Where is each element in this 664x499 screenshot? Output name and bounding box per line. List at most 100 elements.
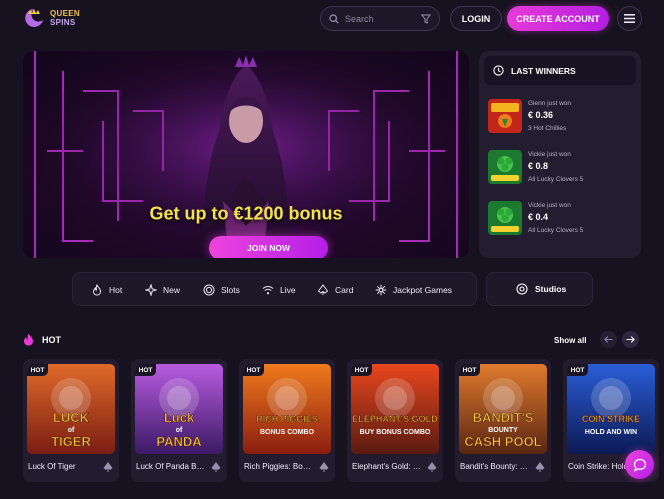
flame-icon [23,333,34,346]
game-card[interactable]: LUCK of TIGER HOT Luck Of Tiger [23,359,119,482]
hero-title: Get up to €1200 bonus [149,203,343,224]
game-artwork[interactable]: LUCK of TIGER [27,364,115,454]
hot-badge: HOT [135,364,156,376]
studio-dial-icon [516,283,528,295]
game-card[interactable]: Luck ofPANDA HOT Luck Of Panda Bonus Combo [131,359,227,482]
login-button[interactable]: LOGIN [450,6,502,31]
chat-button[interactable] [625,450,654,479]
flame-icon [91,284,103,296]
provider-icon [426,461,438,473]
art-line-1: RICH PIGGIES [256,414,318,424]
category-jackpot-games[interactable]: Jackpot Games [375,273,452,307]
art-line-2: BONUS COMBO [260,429,315,436]
wifi-icon [262,284,274,296]
winner-name: Glenn just won [528,100,571,107]
category-label: Card [335,285,354,295]
game-artwork[interactable]: BANDIT'S BOUNTY CASH POOL [459,364,547,454]
hot-badge: HOT [459,364,480,376]
art-line-2: BOUNTY [488,427,518,434]
game-name: Luck Of Tiger [28,462,76,471]
art-line-1: COIN STRIKE [582,414,640,424]
game-name: Elephant's Gold: Buy Bonus Combo [352,462,422,471]
hot-section-title: HOT [23,333,61,346]
category-hot[interactable]: Hot [91,273,122,307]
provider-icon [102,461,114,473]
art-line-1: ELEPHANT'S GOLD [352,414,438,424]
winner-item[interactable]: Vickie just won € 0.8 All Lucky Clovers … [488,150,636,190]
art-line-2: HOLD AND WIN [585,429,637,436]
category-bar: Hot New Slots Live Card Jackpot Games [72,272,477,306]
winner-name: Vickie just won [528,202,571,209]
studios-button[interactable]: Studios [486,272,593,306]
join-now-button[interactable]: JOIN NOW [209,236,328,258]
art-line-2: of [176,427,183,434]
hero-artwork [23,51,469,258]
star-burst-icon [375,284,387,296]
hot-badge: HOT [27,364,48,376]
category-label: Slots [221,285,240,295]
game-name: Bandit's Bounty: Cash Pool [460,462,530,471]
winner-amount: € 0.8 [528,161,549,171]
game-artwork[interactable]: RICH PIGGIES BONUS COMBO [243,364,331,454]
game-card[interactable]: RICH PIGGIES BONUS COMBO HOT Rich Piggies: … [239,359,335,482]
chat-bubble-icon [633,458,647,472]
hot-badge: HOT [351,364,372,376]
game-artwork[interactable]: COIN STRIKE HOLD AND WIN [567,364,655,454]
winner-item[interactable]: Glenn just won € 0.36 3 Hot Chillies [488,99,636,139]
hot-title-text: HOT [42,334,61,345]
create-account-button[interactable]: CREATE ACCOUNT [507,6,609,31]
studios-label: Studios [535,284,567,294]
category-new[interactable]: New [145,273,180,307]
hot-badge: HOT [243,364,264,376]
winner-game: All Lucky Clovers 5 [528,227,584,234]
category-card[interactable]: Card [317,273,353,307]
show-all-link[interactable]: Show all [554,336,586,345]
last-winners-panel: LAST WINNERS Glenn just won € 0.36 3 Hot… [479,51,641,258]
game-card[interactable]: ELEPHANT'S GOLD BUY BONUS COMBO HOT Elephan… [347,359,443,482]
winner-name: Vickie just won [528,151,571,158]
winner-game: 3 Hot Chillies [528,125,567,132]
brand-logo[interactable]: QUEEN SPINS [22,6,80,30]
category-label: Hot [109,285,123,295]
sparkle-icon [145,284,157,296]
game-artwork[interactable]: ELEPHANT'S GOLD BUY BONUS COMBO [351,364,439,454]
crown-moon-icon [25,9,43,27]
game-card[interactable]: BANDIT'S BOUNTY CASH POOL HOT Bandit's Bount… [455,359,551,482]
art-line-1: BANDIT'S [473,410,534,425]
game-name: Rich Piggies: Bonus Combo [244,462,314,471]
provider-icon [210,461,222,473]
category-slots[interactable]: Slots [203,273,240,307]
header: QUEEN SPINS LOGIN CREATE ACCOUNT [0,0,664,38]
spade-icon [317,284,329,296]
winner-amount: € 0.4 [528,212,549,222]
menu-button[interactable] [617,6,642,31]
hamburger-icon [624,14,635,23]
hero-banner[interactable]: Get up to €1200 bonus JOIN NOW [23,51,469,258]
art-line-1: Luck [164,410,195,425]
category-label: Jackpot Games [393,285,453,295]
category-label: Live [280,285,296,295]
search-icon [329,13,339,24]
winner-item[interactable]: Vickie just won € 0.4 All Lucky Clovers … [488,201,636,241]
spiral-icon [203,284,215,296]
game-name: Luck Of Panda Bonus Combo [136,462,206,471]
hot-badge: HOT [567,364,588,376]
art-line-3: CASH POOL [464,434,541,449]
category-label: New [163,285,181,295]
game-artwork[interactable]: Luck of PANDA [135,364,223,454]
search-input[interactable] [345,13,415,24]
brand-line-2: SPINS [50,18,76,27]
carousel-prev-button[interactable] [600,331,617,348]
arrow-right-icon [626,336,635,343]
art-line-2: of [68,427,75,434]
clock-icon [493,65,504,76]
search-box[interactable] [320,6,440,31]
category-live[interactable]: Live [262,273,296,307]
carousel-next-button[interactable] [622,331,639,348]
brand-line-1: QUEEN [50,9,80,18]
last-winners-header: LAST WINNERS [484,56,636,85]
game-thumbnail [488,201,522,235]
provider-icon [534,461,546,473]
game-thumbnail [488,99,522,133]
filter-icon[interactable] [421,14,431,24]
